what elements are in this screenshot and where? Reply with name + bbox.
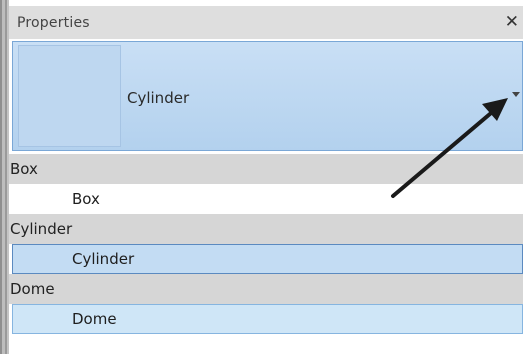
properties-titlebar: Properties ✕ — [9, 6, 523, 39]
window-left-edge — [0, 0, 9, 354]
list-item-cylinder[interactable]: Cylinder — [12, 244, 523, 274]
list-item-label: Cylinder — [72, 250, 135, 268]
group-header-cylinder: Cylinder — [9, 214, 523, 244]
list-item-box[interactable]: Box — [9, 184, 523, 214]
type-selector[interactable]: Cylinder — [12, 41, 523, 151]
current-type-name: Cylinder — [127, 89, 190, 107]
group-header-box: Box — [9, 154, 523, 184]
list-item-label: Dome — [72, 310, 117, 328]
type-preview-thumbnail — [18, 45, 121, 147]
panel-title: Properties — [17, 15, 90, 31]
chevron-down-icon[interactable] — [512, 92, 520, 97]
list-item-dome[interactable]: Dome — [12, 304, 523, 334]
list-item-label: Box — [72, 190, 100, 208]
group-header-dome: Dome — [9, 274, 523, 304]
group-header-label: Dome — [10, 280, 55, 298]
close-icon[interactable]: ✕ — [505, 12, 519, 32]
group-header-label: Cylinder — [10, 220, 73, 238]
type-list: Box Box Cylinder Cylinder Dome Dome — [9, 154, 523, 334]
group-header-label: Box — [10, 160, 38, 178]
